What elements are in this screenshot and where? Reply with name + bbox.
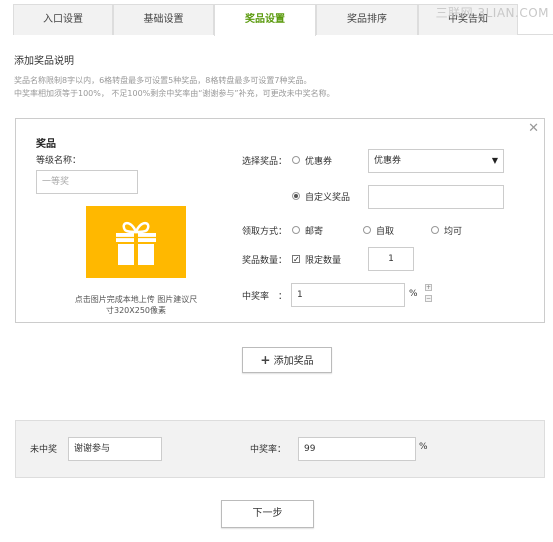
rate-colon: ： (278, 292, 288, 302)
gift-icon (116, 221, 156, 265)
tab-entry-settings[interactable]: 入口设置 (13, 4, 113, 35)
description-title: 添加奖品说明 (14, 56, 74, 67)
watermark: 三联网 3LIAN.COM (435, 6, 549, 20)
level-name-label: 等级名称： (36, 156, 82, 166)
limit-quantity-label: 限定数量 (305, 256, 342, 266)
radio-claim-either[interactable] (431, 226, 439, 234)
no-win-panel: 未中奖 谢谢参与 中奖率： 99 % (15, 420, 545, 478)
select-prize-label: 选择奖品： (242, 157, 288, 167)
prize-image-upload[interactable] (86, 206, 186, 278)
no-win-label: 未中奖 (30, 445, 58, 455)
custom-prize-input[interactable] (368, 185, 504, 209)
upload-hint: 点击图片完成本地上传 图片建议尺寸320X250像素 (74, 295, 198, 315)
add-prize-button-label: 添加奖品 (273, 356, 314, 367)
tab-prize-settings[interactable]: 奖品设置 (214, 4, 316, 36)
radio-custom-prize[interactable] (292, 192, 300, 200)
no-win-rate-label: 中奖率： (250, 445, 287, 455)
prize-panel: ✕ 奖品 等级名称： 一等奖 点击图片完成本地上传 图片建议尺寸320X250像… (15, 118, 545, 323)
rate-percent: % (409, 289, 418, 299)
radio-claim-pickup[interactable] (363, 226, 371, 234)
next-step-button[interactable]: 下一步 (221, 500, 314, 528)
plus-icon: + (260, 353, 271, 367)
rate-label: 中奖率 (242, 292, 270, 302)
claim-pickup-label: 自取 (376, 227, 395, 237)
description-line-2: 中奖率相加须等于100%， 不足100%剩余中奖率由“谢谢参与”补充，可更改未中… (14, 89, 335, 98)
radio-claim-mail[interactable] (292, 226, 300, 234)
prize-heading: 奖品 (36, 139, 56, 150)
rate-increase-button[interactable]: + (425, 284, 432, 291)
radio-coupon-label: 优惠券 (305, 157, 333, 167)
description-line-1: 奖品名称限制8字以内，6格转盘最多可设置5种奖品，8格转盘最多可设置7种奖品。 (14, 76, 312, 85)
limit-quantity-checkbox[interactable]: ✓ (292, 255, 300, 264)
claim-mail-label: 邮寄 (305, 227, 324, 237)
no-win-rate-percent: % (419, 442, 428, 452)
claim-method-label: 领取方式： (242, 227, 288, 237)
chevron-down-icon: ▼ (491, 156, 498, 165)
level-name-input[interactable]: 一等奖 (36, 170, 138, 194)
radio-coupon[interactable] (292, 156, 300, 164)
close-icon[interactable]: ✕ (528, 121, 539, 136)
coupon-select[interactable]: 优惠券 ▼ (368, 149, 504, 173)
rate-input[interactable]: 1 (291, 283, 405, 307)
claim-either-label: 均可 (444, 227, 463, 237)
add-prize-button[interactable]: + 添加奖品 (242, 347, 332, 373)
tab-basic-settings[interactable]: 基础设置 (113, 4, 214, 35)
tab-prize-order[interactable]: 奖品排序 (316, 4, 418, 35)
radio-custom-label: 自定义奖品 (305, 193, 351, 203)
quantity-input[interactable]: 1 (368, 247, 414, 271)
quantity-label: 奖品数量： (242, 256, 288, 266)
rate-decrease-button[interactable]: − (425, 295, 432, 302)
coupon-select-value: 优惠券 (374, 156, 402, 166)
no-win-name-input[interactable]: 谢谢参与 (68, 437, 162, 461)
no-win-rate-input[interactable]: 99 (298, 437, 416, 461)
